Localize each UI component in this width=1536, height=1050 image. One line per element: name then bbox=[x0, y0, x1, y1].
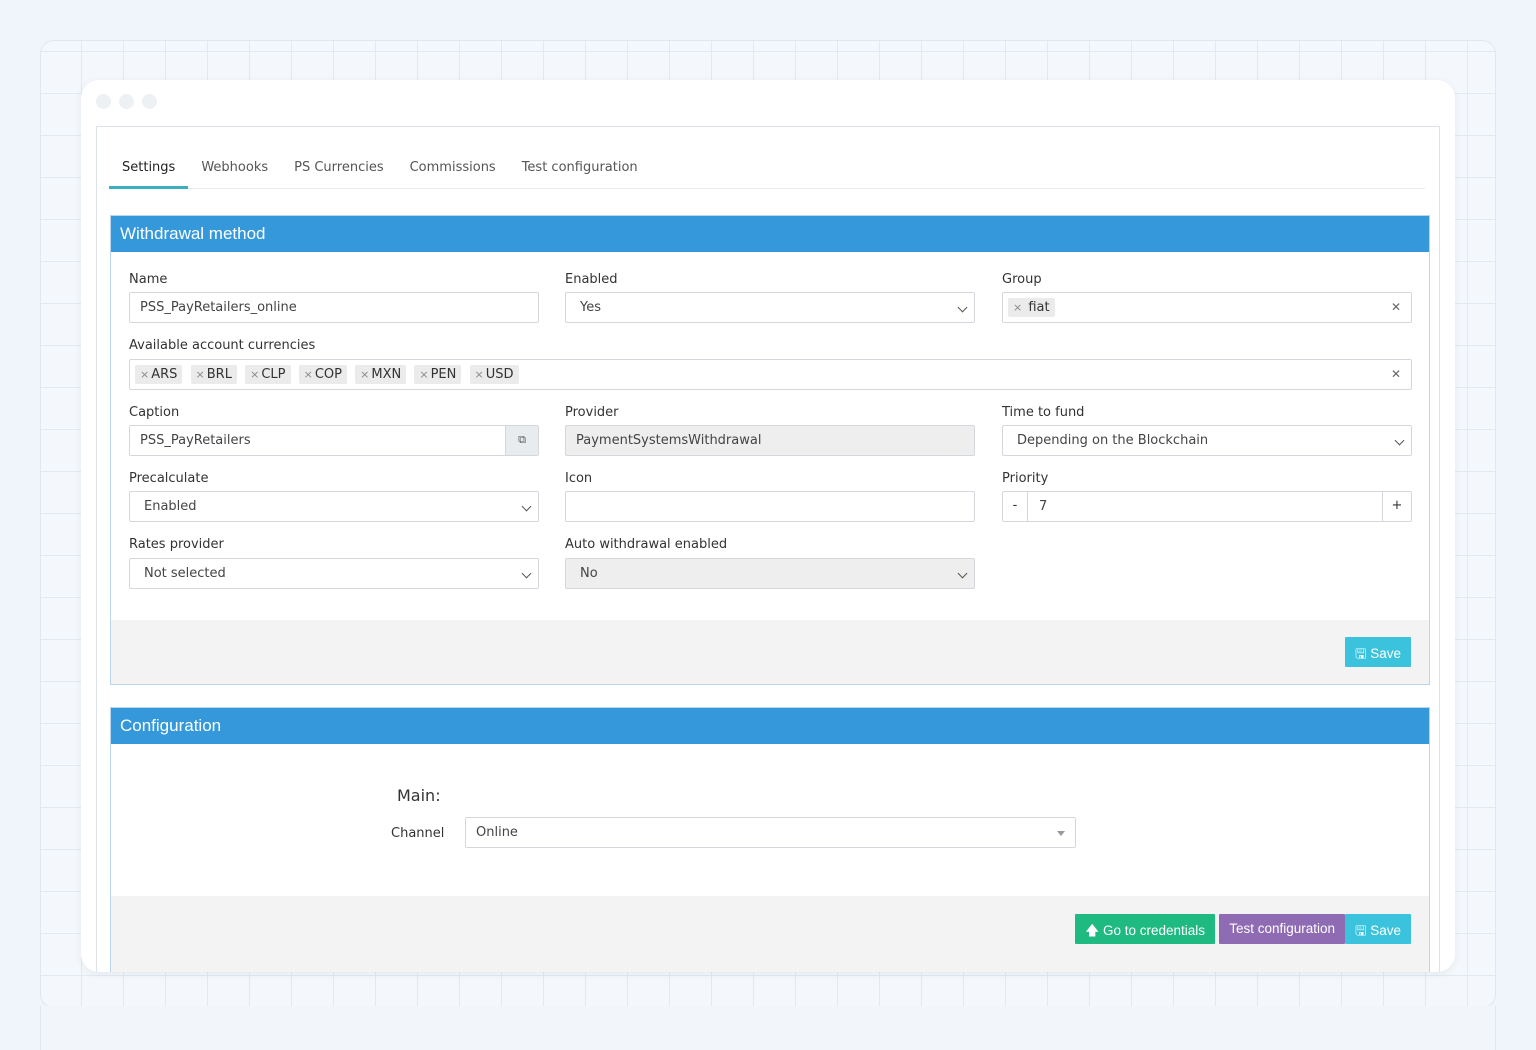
precalculate-value: Enabled bbox=[144, 499, 197, 514]
provider-input: PaymentSystemsWithdrawal bbox=[565, 425, 975, 456]
enabled-value: Yes bbox=[580, 300, 601, 315]
save-button[interactable]: 🖫 Save bbox=[1344, 637, 1411, 667]
channel-value: Online bbox=[476, 825, 518, 840]
chevron-down-icon bbox=[1394, 435, 1405, 446]
currencies-multiselect[interactable]: × ARS × BRL × CLP × COP × MXN × PEN × USD ✕ bbox=[129, 359, 1412, 390]
config-save-button[interactable]: 🖫 Save bbox=[1344, 914, 1411, 944]
withdrawal-footer: 🖫 Save bbox=[111, 620, 1429, 684]
configuration-footer: 🡅 Go to credentials Test configuration 🖫… bbox=[111, 896, 1429, 972]
caption-label: Caption bbox=[129, 405, 180, 420]
rates-provider-select[interactable]: Not selected bbox=[129, 558, 539, 589]
caret-down-icon bbox=[1057, 831, 1065, 836]
close-dot-icon[interactable] bbox=[96, 94, 111, 109]
tab-ps-currencies[interactable]: PS Currencies bbox=[281, 151, 396, 189]
config-save-label: Save bbox=[1370, 923, 1401, 938]
priority-value[interactable]: 7 bbox=[1039, 499, 1047, 514]
auto-withdrawal-value: No bbox=[580, 566, 598, 581]
chevron-down-icon bbox=[521, 568, 532, 579]
caption-value: PSS_PayRetailers bbox=[140, 433, 251, 448]
precalculate-select[interactable]: Enabled bbox=[129, 491, 539, 522]
caption-input[interactable]: PSS_PayRetailers ⧉ bbox=[129, 425, 539, 456]
priority-decrement-button[interactable]: - bbox=[1003, 492, 1028, 521]
tag-remove-icon[interactable]: × bbox=[250, 368, 259, 381]
priority-stepper[interactable]: - 7 + bbox=[1002, 491, 1412, 522]
tag-remove-icon[interactable]: × bbox=[475, 368, 484, 381]
clear-icon[interactable]: ✕ bbox=[1391, 300, 1401, 314]
content-frame: Settings Webhooks PS Currencies Commissi… bbox=[96, 126, 1440, 972]
rates-provider-value: Not selected bbox=[144, 566, 226, 581]
channel-select[interactable]: Online bbox=[465, 817, 1076, 848]
priority-label: Priority bbox=[1002, 471, 1049, 486]
currency-tag-ars[interactable]: × ARS bbox=[135, 365, 183, 384]
tag-remove-icon[interactable]: × bbox=[140, 368, 149, 381]
group-tag[interactable]: × fiat bbox=[1008, 298, 1055, 317]
icon-input[interactable] bbox=[565, 491, 975, 522]
configuration-panel: Configuration Main: Channel Online 🡅 Go … bbox=[110, 707, 1430, 972]
clear-icon[interactable]: ✕ bbox=[1391, 367, 1401, 381]
name-input[interactable]: PSS_PayRetailers_online bbox=[129, 292, 539, 323]
time-to-fund-label: Time to fund bbox=[1002, 405, 1085, 420]
withdrawal-method-title: Withdrawal method bbox=[111, 216, 1429, 252]
currency-tag-usd[interactable]: × USD bbox=[469, 365, 519, 384]
tag-remove-icon[interactable]: × bbox=[1013, 301, 1022, 314]
channel-label: Channel bbox=[391, 826, 445, 841]
app-window: Settings Webhooks PS Currencies Commissi… bbox=[81, 80, 1455, 972]
group-label: Group bbox=[1002, 272, 1042, 287]
tag-remove-icon[interactable]: × bbox=[419, 368, 428, 381]
tag-remove-icon[interactable]: × bbox=[360, 368, 369, 381]
currencies-label: Available account currencies bbox=[129, 338, 316, 353]
main-section-title: Main: bbox=[397, 786, 441, 805]
tab-test-configuration[interactable]: Test configuration bbox=[509, 151, 651, 189]
test-configuration-button[interactable]: Test configuration bbox=[1219, 914, 1345, 944]
currency-tag-mxn[interactable]: × MXN bbox=[355, 365, 407, 384]
time-to-fund-value: Depending on the Blockchain bbox=[1017, 433, 1209, 448]
save-icon: 🖫 bbox=[1354, 923, 1367, 938]
currency-tag-brl[interactable]: × BRL bbox=[190, 365, 237, 384]
tag-remove-icon[interactable]: × bbox=[304, 368, 313, 381]
tab-bar: Settings Webhooks PS Currencies Commissi… bbox=[109, 151, 1425, 189]
currency-tag-pen[interactable]: × PEN bbox=[414, 365, 462, 384]
chevron-down-icon bbox=[957, 568, 968, 579]
window-controls bbox=[96, 94, 157, 109]
currency-tag-cop[interactable]: × COP bbox=[298, 365, 348, 384]
minimize-dot-icon[interactable] bbox=[119, 94, 134, 109]
go-to-credentials-label: Go to credentials bbox=[1102, 923, 1205, 938]
chevron-down-icon bbox=[957, 302, 968, 313]
withdrawal-method-panel: Withdrawal method Name PSS_PayRetailers_… bbox=[110, 215, 1430, 685]
save-icon: 🖫 bbox=[1354, 646, 1367, 661]
provider-label: Provider bbox=[565, 405, 619, 420]
save-button-label: Save bbox=[1370, 646, 1401, 661]
auto-withdrawal-label: Auto withdrawal enabled bbox=[565, 537, 728, 552]
time-to-fund-select[interactable]: Depending on the Blockchain bbox=[1002, 425, 1412, 456]
configuration-title: Configuration bbox=[111, 708, 1429, 744]
enabled-select[interactable]: Yes bbox=[565, 292, 975, 323]
precalculate-label: Precalculate bbox=[129, 471, 209, 486]
go-to-credentials-button[interactable]: 🡅 Go to credentials bbox=[1075, 914, 1215, 944]
tab-settings[interactable]: Settings bbox=[109, 151, 189, 189]
name-label: Name bbox=[129, 272, 168, 287]
priority-increment-button[interactable]: + bbox=[1382, 492, 1411, 521]
icon-label: Icon bbox=[565, 471, 593, 486]
tag-remove-icon[interactable]: × bbox=[196, 368, 205, 381]
enabled-label: Enabled bbox=[565, 272, 618, 287]
currency-tag-clp[interactable]: × CLP bbox=[245, 365, 291, 384]
tab-webhooks[interactable]: Webhooks bbox=[188, 151, 281, 189]
auto-withdrawal-select: No bbox=[565, 558, 975, 589]
copy-icon[interactable]: ⧉ bbox=[505, 426, 538, 455]
chevron-down-icon bbox=[521, 501, 532, 512]
tab-commissions[interactable]: Commissions bbox=[397, 151, 509, 189]
group-multiselect[interactable]: × fiat ✕ bbox=[1002, 292, 1412, 323]
rates-provider-label: Rates provider bbox=[129, 537, 224, 552]
maximize-dot-icon[interactable] bbox=[142, 94, 157, 109]
background-strip bbox=[40, 1006, 1496, 1050]
arrow-up-icon: 🡅 bbox=[1085, 923, 1100, 938]
